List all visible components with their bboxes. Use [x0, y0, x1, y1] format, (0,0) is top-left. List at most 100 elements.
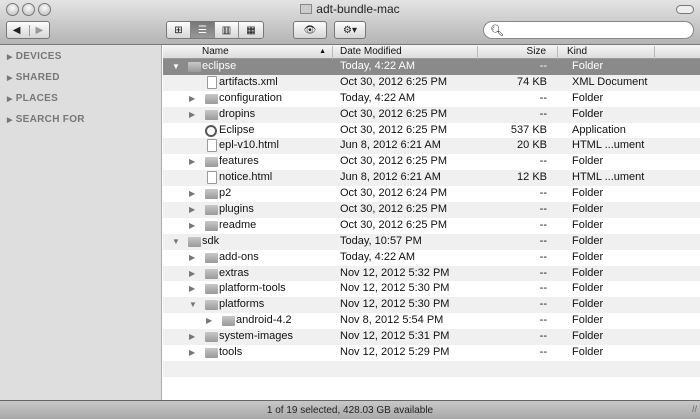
- disclosure-triangle-icon: ▶: [7, 96, 13, 103]
- date-modified: Oct 30, 2012 6:25 PM: [340, 123, 448, 136]
- file-size: --: [539, 314, 547, 327]
- quicklook-button[interactable]: 👁: [293, 21, 327, 39]
- table-row[interactable]: ▶ android-4.2 Nov 8, 2012 5:54 PM -- Folder: [163, 313, 700, 329]
- disclosure-closed-icon[interactable]: ▶: [206, 313, 212, 329]
- column-view-button[interactable]: ▥: [215, 22, 239, 38]
- document-icon: [207, 75, 217, 89]
- folder-icon: [205, 220, 218, 231]
- table-row[interactable]: notice.html Jun 8, 2012 6:21 AM 12 KB HTML …: [163, 170, 700, 187]
- empty-row: [163, 360, 700, 377]
- file-kind: Folder: [572, 346, 604, 359]
- table-row[interactable]: ▶ platform-tools Nov 12, 2012 5:30 PM -- Fol…: [163, 281, 700, 297]
- folder-icon: [205, 205, 218, 216]
- folder-icon: [205, 348, 218, 359]
- table-row[interactable]: epl-v10.html Jun 8, 2012 6:21 AM 20 KB HTML…: [163, 138, 700, 155]
- table-row[interactable]: ▶ readme Oct 30, 2012 6:25 PM -- Folder: [163, 218, 700, 234]
- sidebar-section-places[interactable]: ▶ PLACES: [7, 93, 58, 104]
- toolbar-toggle-button[interactable]: [676, 5, 694, 14]
- search-input[interactable]: [507, 24, 693, 36]
- column-header-kind[interactable]: Kind: [558, 46, 655, 59]
- file-size: --: [539, 266, 547, 279]
- disclosure-open-icon[interactable]: ▼: [172, 59, 180, 75]
- table-row[interactable]: ▶ extras Nov 12, 2012 5:32 PM -- Folder: [163, 265, 700, 282]
- date-modified: Nov 12, 2012 5:30 PM: [340, 282, 450, 295]
- file-name: platform-tools: [219, 282, 286, 295]
- disclosure-closed-icon[interactable]: ▶: [189, 218, 195, 234]
- table-row[interactable]: artifacts.xml Oct 30, 2012 6:25 PM 74 KB XM…: [163, 74, 700, 91]
- window-title-text: adt-bundle-mac: [316, 2, 400, 16]
- date-modified: Nov 12, 2012 5:31 PM: [340, 330, 450, 343]
- table-row[interactable]: ▶ add-ons Today, 4:22 AM -- Folder: [163, 250, 700, 266]
- date-modified: Oct 30, 2012 6:25 PM: [340, 155, 448, 168]
- disclosure-open-icon[interactable]: ▼: [189, 297, 197, 313]
- file-size: --: [539, 218, 547, 231]
- column-header-size[interactable]: Size: [478, 46, 558, 59]
- date-modified: Today, 4:22 AM: [340, 91, 416, 104]
- disclosure-closed-icon[interactable]: ▶: [189, 154, 195, 170]
- date-modified: Jun 8, 2012 6:21 AM: [340, 139, 441, 152]
- table-row[interactable]: ▶ system-images Nov 12, 2012 5:31 PM -- Fold…: [163, 329, 700, 346]
- file-size: --: [539, 330, 547, 343]
- table-row[interactable]: ▼ platforms Nov 12, 2012 5:30 PM -- Folder: [163, 297, 700, 314]
- file-list: Name ▲ Date Modified Size Kind ▼ eclipse To…: [163, 45, 700, 400]
- file-kind: Folder: [572, 60, 604, 72]
- sidebar-section-devices[interactable]: ▶ DEVICES: [7, 51, 62, 62]
- disclosure-closed-icon[interactable]: ▶: [189, 250, 195, 266]
- table-row[interactable]: Eclipse Oct 30, 2012 6:25 PM 537 KB Applica…: [163, 123, 700, 139]
- table-row[interactable]: ▶ dropins Oct 30, 2012 6:25 PM -- Folder: [163, 106, 700, 123]
- column-header-name[interactable]: Name ▲: [163, 46, 333, 59]
- disclosure-closed-icon[interactable]: ▶: [189, 202, 195, 218]
- disclosure-closed-icon[interactable]: ▶: [189, 91, 195, 107]
- action-button[interactable]: ⚙▾: [334, 21, 366, 39]
- file-name: platforms: [219, 298, 265, 311]
- coverflow-view-button[interactable]: ▦: [239, 22, 263, 38]
- file-name: plugins: [219, 203, 254, 216]
- resize-grip-icon[interactable]: //: [692, 400, 697, 419]
- disclosure-closed-icon[interactable]: ▶: [189, 281, 195, 297]
- folder-icon: [205, 332, 218, 343]
- file-kind: Folder: [572, 203, 604, 216]
- table-row[interactable]: ▶ features Oct 30, 2012 6:25 PM -- Folder: [163, 154, 700, 170]
- search-field[interactable]: 🔍︎: [483, 21, 694, 39]
- section-label: SHARED: [15, 72, 60, 83]
- back-button[interactable]: ◀: [13, 24, 30, 36]
- sidebar-section-shared[interactable]: ▶ SHARED: [7, 72, 60, 83]
- table-row[interactable]: ▶ p2 Oct 30, 2012 6:24 PM -- Folder: [163, 186, 700, 202]
- folder-icon: [188, 236, 201, 247]
- view-switcher: ⊞ ☰ ▥ ▦: [166, 21, 264, 39]
- table-row[interactable]: ▼ sdk Today, 10:57 PM -- Folder: [163, 233, 700, 250]
- file-name: artifacts.xml: [219, 75, 278, 88]
- file-size: 537 KB: [510, 123, 547, 136]
- disclosure-closed-icon[interactable]: ▶: [189, 186, 195, 202]
- forward-button[interactable]: ▶: [30, 25, 44, 36]
- table-row[interactable]: ▶ plugins Oct 30, 2012 6:25 PM -- Folder: [163, 202, 700, 218]
- file-size: --: [539, 187, 547, 200]
- toolbar: adt-bundle-mac ◀ ▶ ⊞ ☰ ▥ ▦ 👁 ⚙▾ 🔍︎: [0, 0, 700, 45]
- column-header-date[interactable]: Date Modified: [333, 46, 478, 59]
- disclosure-closed-icon[interactable]: ▶: [189, 329, 195, 345]
- status-bar: 1 of 19 selected, 428.03 GB available //: [0, 400, 700, 419]
- table-row[interactable]: ▼ eclipse Today, 4:22 AM -- Folder: [163, 59, 700, 75]
- table-row[interactable]: ▶ configuration Today, 4:22 AM -- Folder: [163, 91, 700, 107]
- file-size: --: [539, 60, 547, 72]
- window-title: adt-bundle-mac: [0, 2, 700, 16]
- file-kind: Folder: [572, 218, 604, 231]
- empty-row: [163, 377, 700, 393]
- icon-view-button[interactable]: ⊞: [167, 22, 191, 38]
- disclosure-closed-icon[interactable]: ▶: [189, 266, 195, 282]
- header-label: Date Modified: [340, 46, 402, 57]
- file-name: tools: [219, 346, 243, 359]
- application-icon: [205, 124, 217, 137]
- file-name: Eclipse: [219, 123, 255, 136]
- disclosure-closed-icon[interactable]: ▶: [189, 345, 195, 361]
- sidebar-section-search-for[interactable]: ▶ SEARCH FOR: [7, 114, 85, 125]
- table-row[interactable]: ▶ tools Nov 12, 2012 5:29 PM -- Folder: [163, 345, 700, 361]
- list-view-button[interactable]: ☰: [191, 22, 215, 38]
- disclosure-closed-icon[interactable]: ▶: [189, 107, 195, 123]
- file-name: eclipse: [202, 60, 237, 72]
- date-modified: Oct 30, 2012 6:25 PM: [340, 218, 448, 231]
- file-size: --: [539, 107, 547, 120]
- file-size: --: [539, 203, 547, 216]
- disclosure-open-icon[interactable]: ▼: [172, 234, 180, 250]
- file-kind: XML Document: [572, 75, 648, 88]
